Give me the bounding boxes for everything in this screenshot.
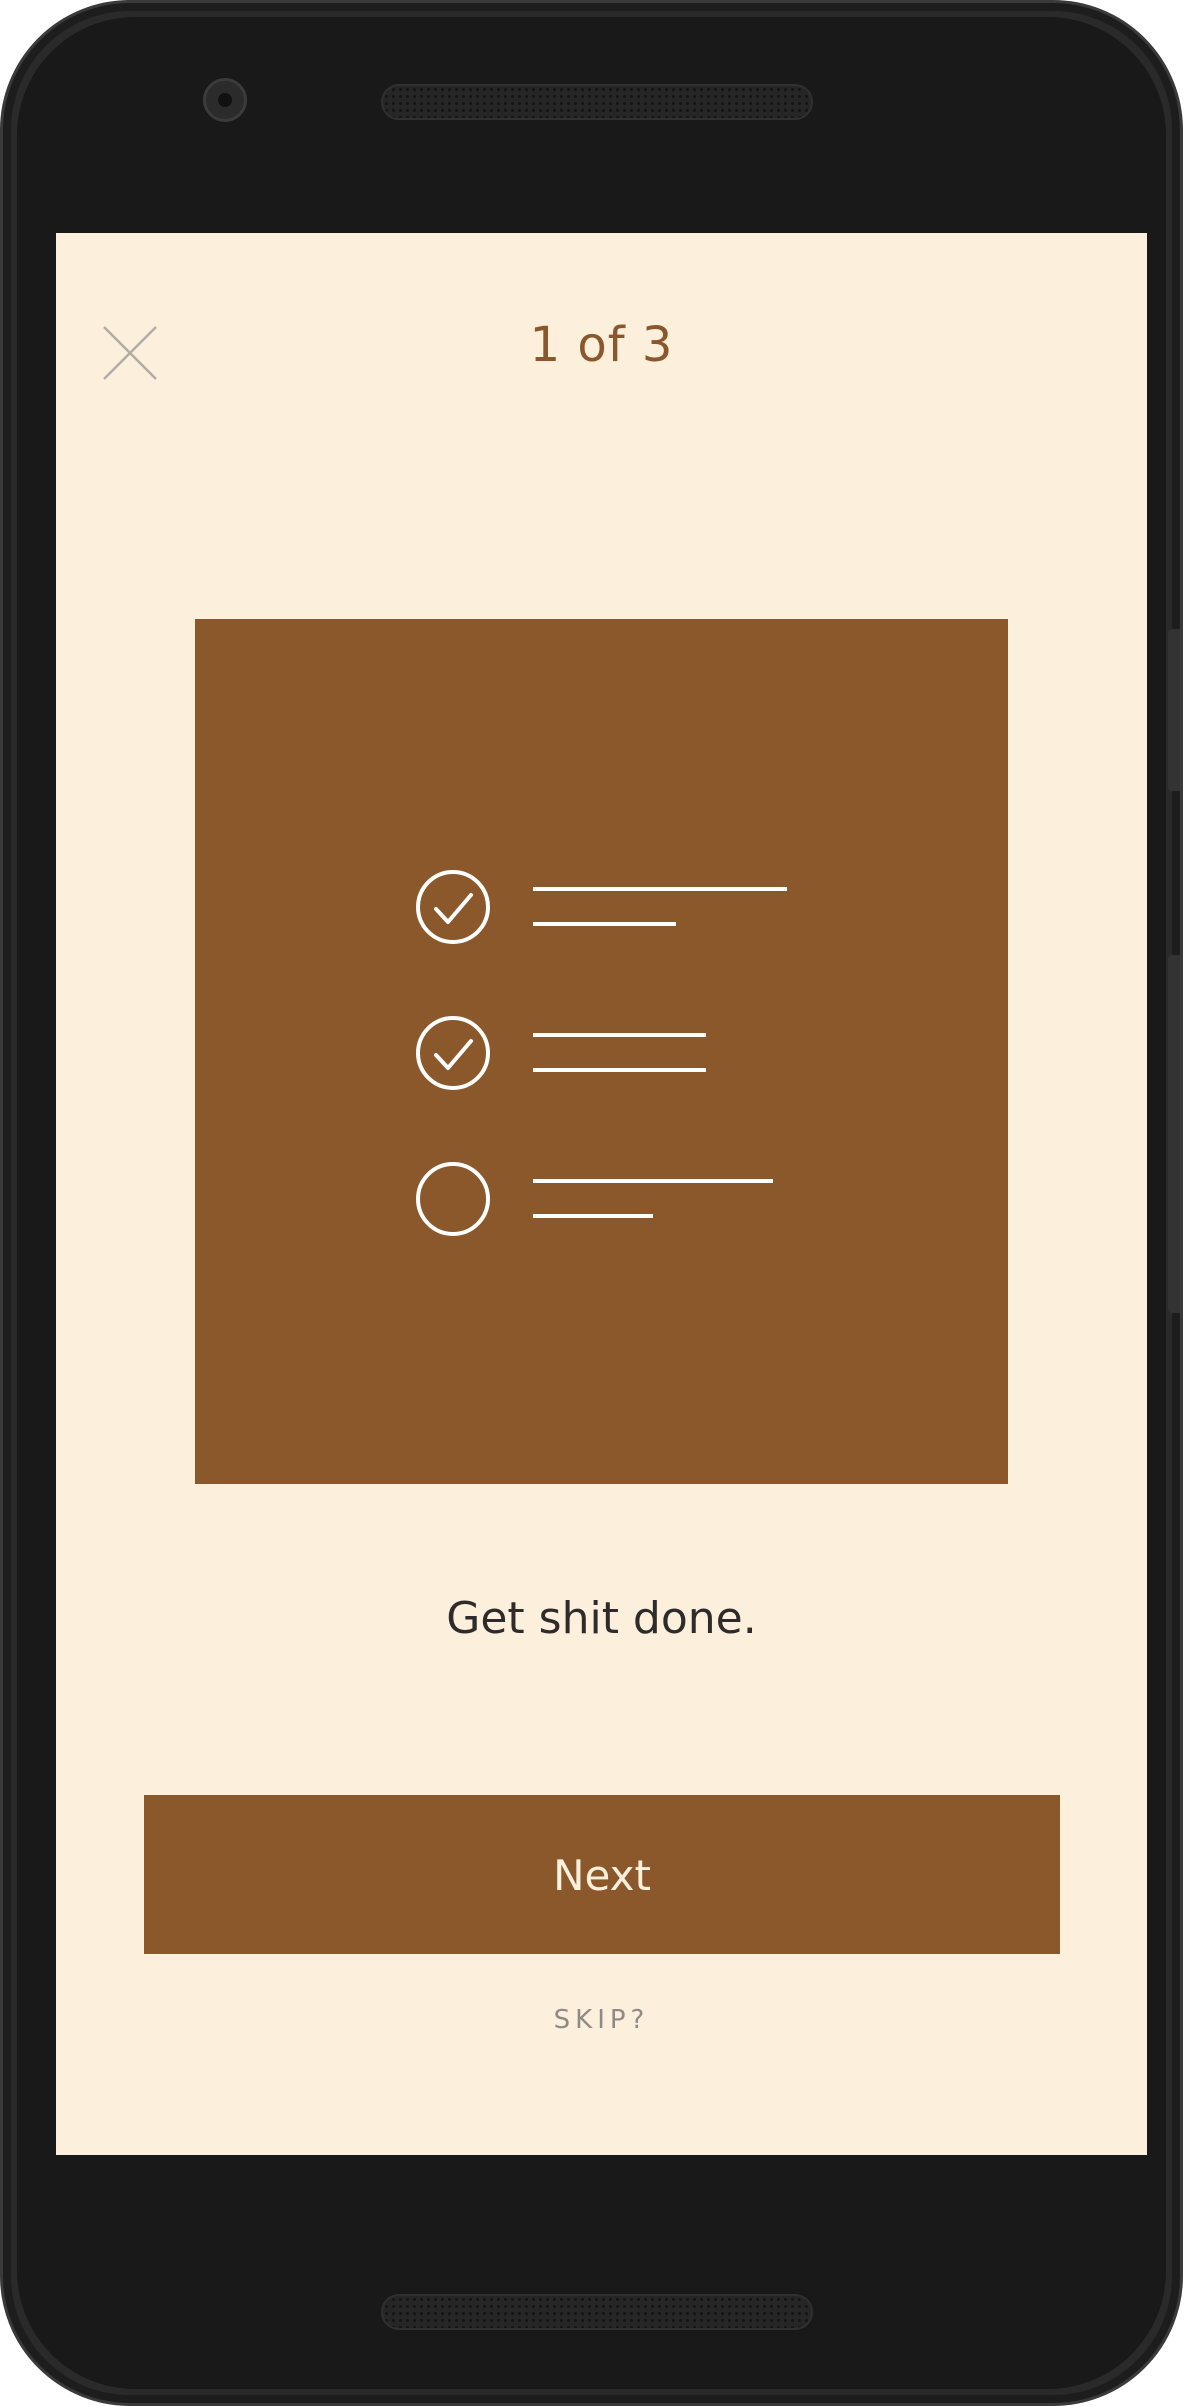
volume-button [1168, 955, 1180, 1313]
checkbox-checked-icon [416, 870, 490, 944]
power-button [1168, 629, 1180, 791]
bottom-speaker [381, 2294, 813, 2330]
onboarding-screen: 1 of 3 Get shit done. Next SKIP? [56, 233, 1147, 2155]
checklist-icon [416, 870, 787, 1236]
checklist-illustration [195, 619, 1008, 1484]
onboarding-headline: Get shit done. [446, 1593, 757, 1644]
checkbox-checked-icon [416, 1016, 490, 1090]
checkbox-empty-icon [416, 1162, 490, 1236]
step-indicator: 1 of 3 [529, 317, 674, 373]
checkmark-icon [434, 893, 473, 924]
phone-frame: 1 of 3 Get shit done. Next SKIP? [0, 0, 1183, 2406]
next-button[interactable]: Next [144, 1795, 1060, 1954]
skip-link[interactable]: SKIP? [56, 2005, 1147, 2035]
front-camera [203, 78, 247, 122]
checkmark-icon [434, 1039, 473, 1070]
earpiece-speaker [381, 84, 813, 120]
